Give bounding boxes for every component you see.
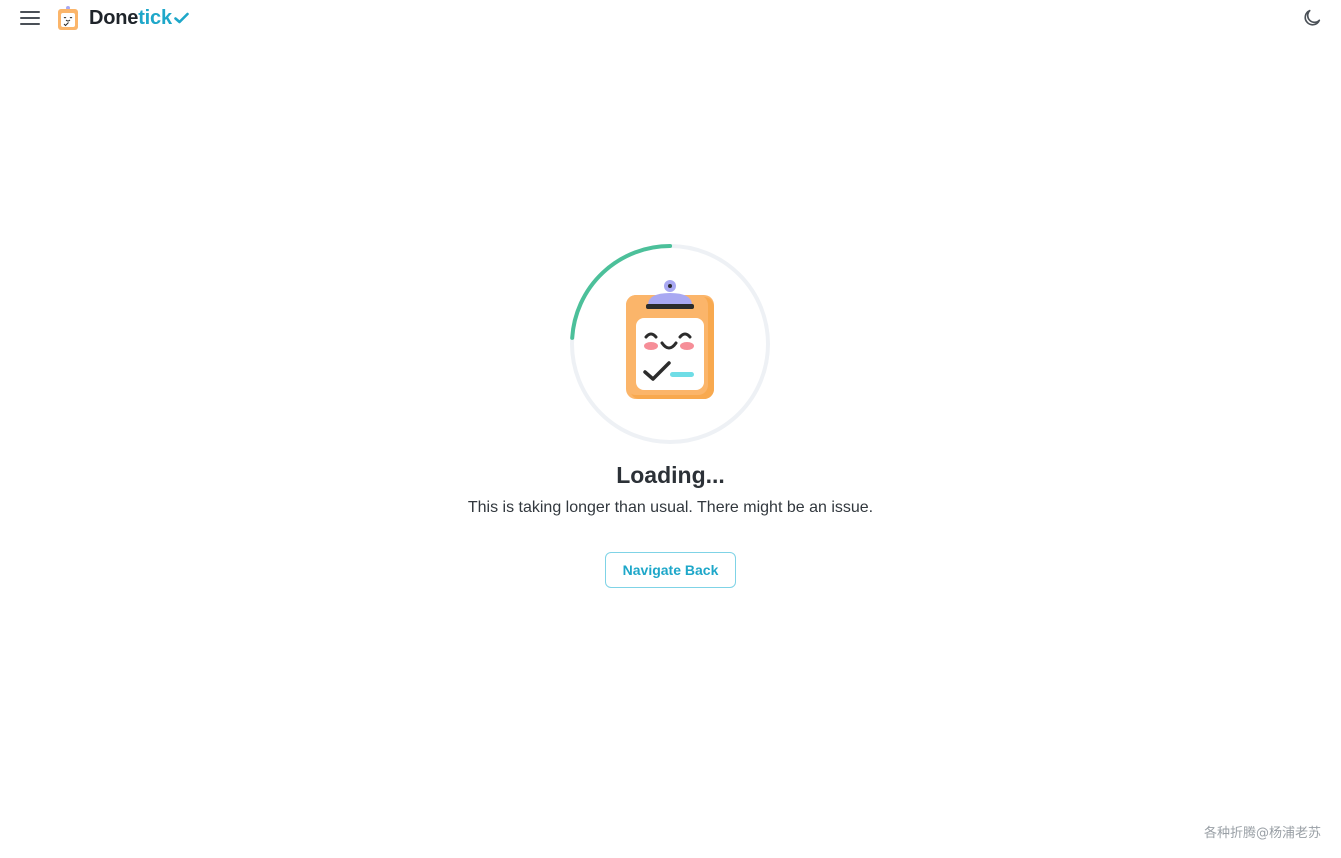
loading-message: This is taking longer than usual. There …	[467, 499, 874, 516]
clipboard-logo-icon	[58, 6, 78, 30]
watermark: 各种折腾@杨浦老苏	[1203, 826, 1321, 841]
brand-accent: tick	[138, 6, 172, 29]
hamburger-menu-icon[interactable]	[18, 8, 42, 28]
checkmark-icon	[174, 12, 189, 24]
loading-title: Loading...	[616, 462, 725, 488]
app-header: Done tick	[0, 0, 1341, 36]
clipboard-mascot-icon	[626, 280, 714, 399]
app-brand[interactable]: Done tick	[89, 5, 189, 31]
loading-spinner	[569, 243, 771, 445]
moon-icon[interactable]	[1301, 7, 1323, 29]
brand-primary: Done	[89, 6, 139, 29]
navigate-back-button[interactable]: Navigate Back	[605, 552, 736, 588]
